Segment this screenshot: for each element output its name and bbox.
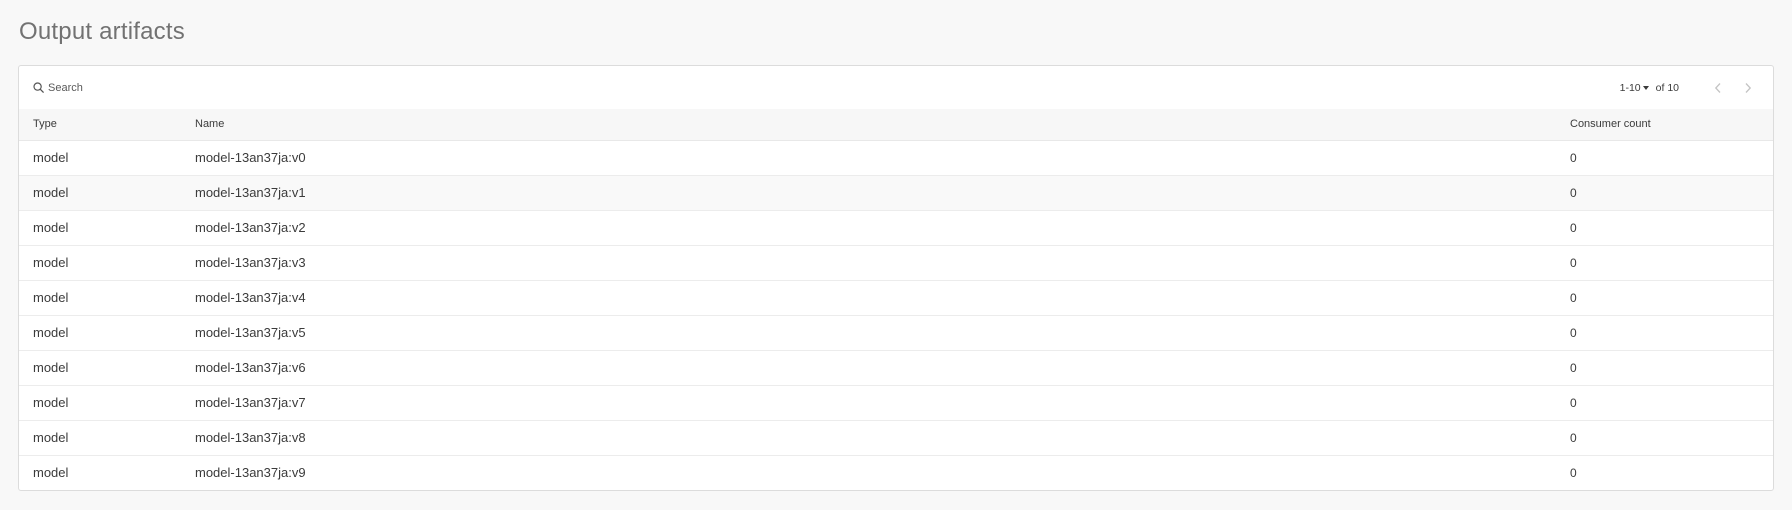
table-row[interactable]: model model-13an37ja:v1 0 bbox=[19, 175, 1773, 210]
table-row[interactable]: model model-13an37ja:v5 0 bbox=[19, 315, 1773, 350]
cell-consumer-count: 0 bbox=[1570, 430, 1577, 445]
table-header-row: Type Name Consumer count bbox=[19, 109, 1773, 140]
caret-down-icon bbox=[1642, 85, 1649, 90]
cell-type: model bbox=[33, 465, 69, 481]
cell-type: model bbox=[33, 150, 69, 165]
cell-name[interactable]: model-13an37ja:v5 bbox=[195, 315, 1570, 350]
cell-consumer-count: 0 bbox=[1570, 220, 1577, 235]
column-header-consumer-count[interactable]: Consumer count bbox=[1570, 109, 1773, 140]
cell-consumer-count: 0 bbox=[1570, 290, 1577, 305]
cell-consumer-count: 0 bbox=[1570, 360, 1577, 375]
table-row[interactable]: model model-13an37ja:v4 0 bbox=[19, 280, 1773, 315]
cell-name[interactable]: model-13an37ja:v4 bbox=[195, 280, 1570, 315]
table-row[interactable]: model model-13an37ja:v8 0 bbox=[19, 420, 1773, 455]
cell-type: model bbox=[33, 220, 69, 235]
pagination: 1-10 of 10 bbox=[1620, 66, 1773, 109]
table-toolbar: 1-10 of 10 bbox=[19, 66, 1773, 109]
table-row[interactable]: model model-13an37ja:v0 0 bbox=[19, 140, 1773, 175]
page-total-label: of 10 bbox=[1655, 81, 1679, 94]
cell-type: model bbox=[33, 325, 69, 340]
cell-name[interactable]: model-13an37ja:v1 bbox=[195, 175, 1570, 210]
cell-name[interactable]: model-13an37ja:v3 bbox=[195, 245, 1570, 280]
search-icon bbox=[32, 82, 44, 94]
cell-consumer-count: 0 bbox=[1570, 465, 1577, 480]
column-header-type[interactable]: Type bbox=[19, 109, 195, 140]
artifacts-table-card: 1-10 of 10 Type bbox=[18, 65, 1774, 491]
search-box[interactable] bbox=[19, 66, 1620, 109]
cell-consumer-count: 0 bbox=[1570, 255, 1577, 270]
cell-type: model bbox=[33, 290, 69, 305]
table-row[interactable]: model model-13an37ja:v7 0 bbox=[19, 385, 1773, 420]
cell-name[interactable]: model-13an37ja:v6 bbox=[195, 350, 1570, 385]
cell-name[interactable]: model-13an37ja:v2 bbox=[195, 210, 1570, 245]
chevron-left-icon bbox=[1714, 82, 1721, 93]
page-range-dropdown[interactable]: 1-10 bbox=[1620, 82, 1649, 94]
cell-type: model bbox=[33, 430, 69, 445]
cell-type: model bbox=[33, 360, 69, 375]
cell-consumer-count: 0 bbox=[1570, 325, 1577, 340]
table-row[interactable]: model model-13an37ja:v6 0 bbox=[19, 350, 1773, 385]
search-input[interactable] bbox=[48, 81, 448, 94]
cell-name[interactable]: model-13an37ja:v8 bbox=[195, 420, 1570, 455]
cell-consumer-count: 0 bbox=[1570, 395, 1577, 410]
section-title: Output artifacts bbox=[19, 18, 185, 45]
table-row[interactable]: model model-13an37ja:v9 0 bbox=[19, 455, 1773, 490]
cell-name[interactable]: model-13an37ja:v7 bbox=[195, 385, 1570, 420]
cell-name[interactable]: model-13an37ja:v9 bbox=[195, 455, 1570, 490]
artifacts-table: Type Name Consumer count model model-13a… bbox=[19, 109, 1773, 490]
previous-page-button[interactable] bbox=[1711, 80, 1725, 96]
table-row[interactable]: model model-13an37ja:v3 0 bbox=[19, 245, 1773, 280]
cell-name[interactable]: model-13an37ja:v0 bbox=[195, 140, 1570, 175]
chevron-right-icon bbox=[1745, 82, 1752, 93]
cell-consumer-count: 0 bbox=[1570, 150, 1577, 165]
cell-type: model bbox=[33, 255, 69, 270]
next-page-button[interactable] bbox=[1741, 80, 1755, 96]
cell-type: model bbox=[33, 185, 69, 200]
cell-type: model bbox=[33, 395, 69, 410]
output-artifacts-page: Output artifacts 1-10 of 10 bbox=[0, 0, 1792, 510]
cell-consumer-count: 0 bbox=[1570, 185, 1577, 200]
column-header-name[interactable]: Name bbox=[195, 109, 1570, 140]
page-range-label: 1-10 bbox=[1619, 81, 1641, 94]
table-row[interactable]: model model-13an37ja:v2 0 bbox=[19, 210, 1773, 245]
